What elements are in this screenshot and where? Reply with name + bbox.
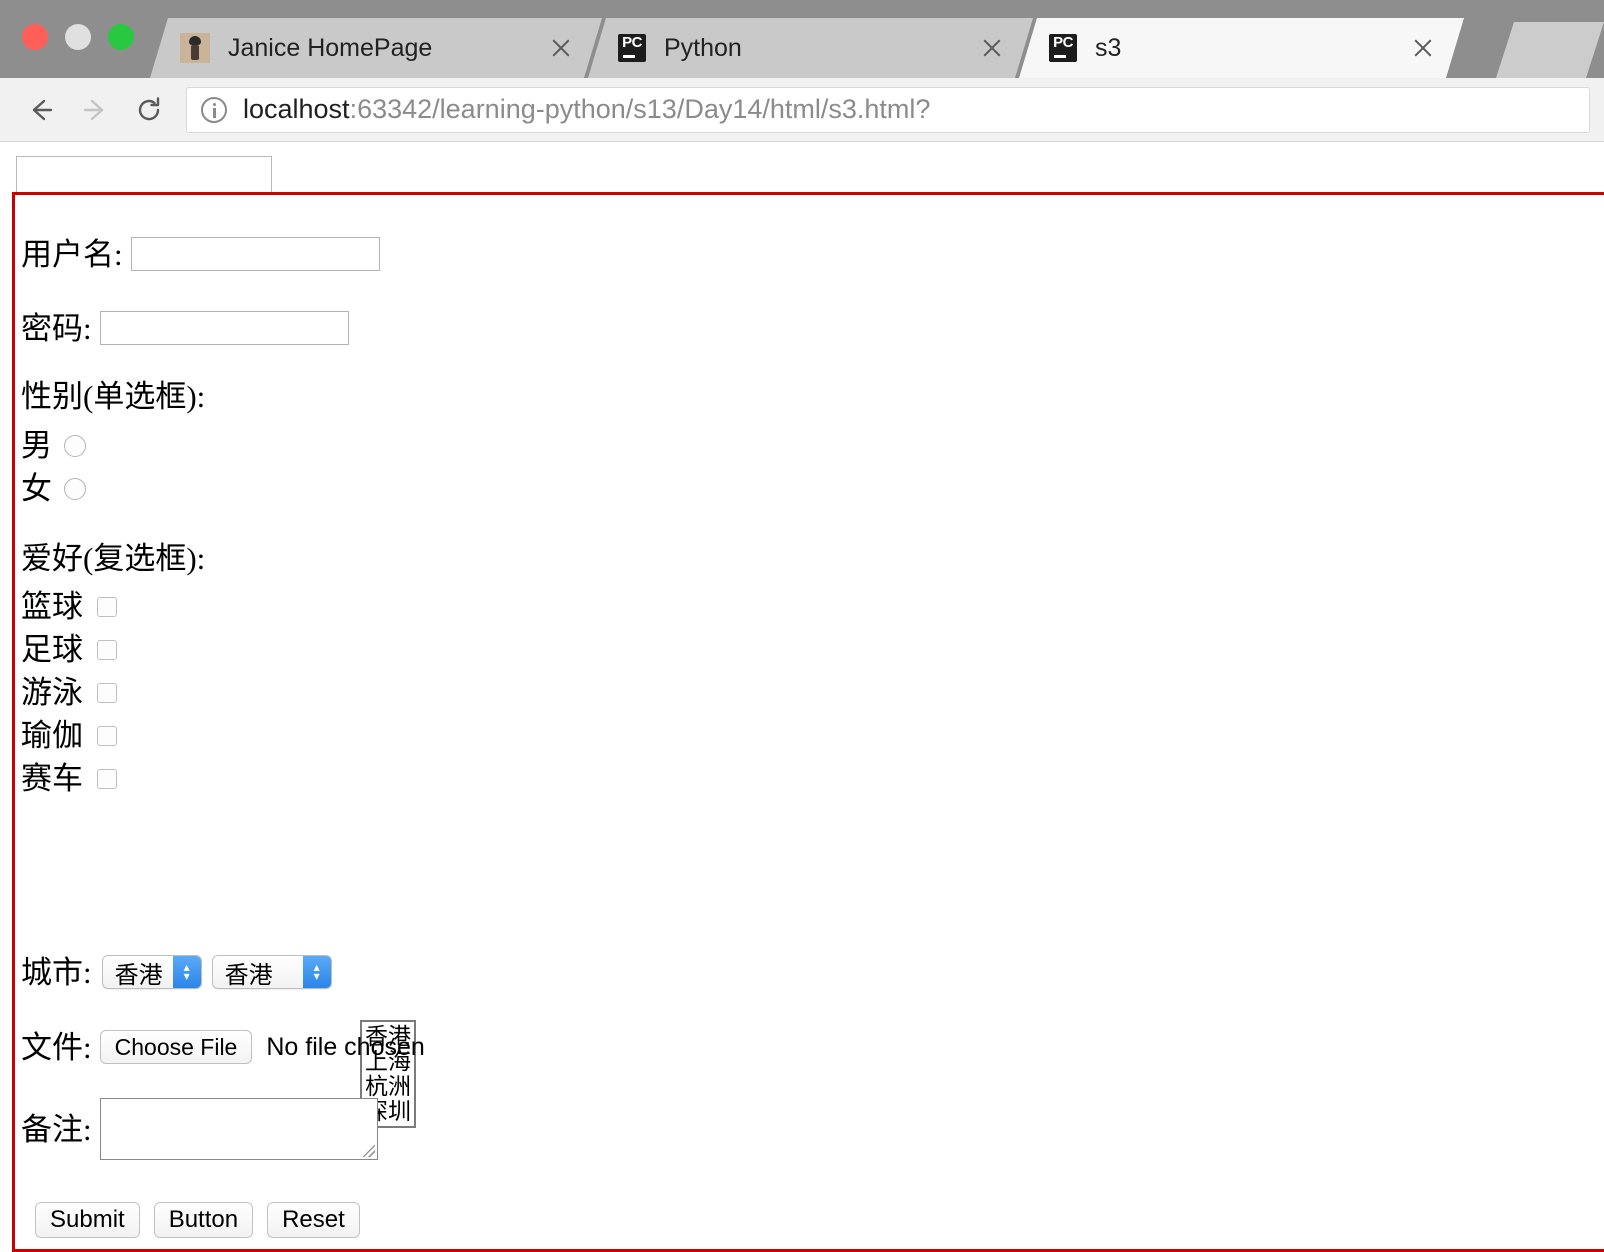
- file-label: 文件:: [21, 1029, 92, 1065]
- gender-label: 性别(单选框):: [21, 379, 206, 414]
- radio-male[interactable]: [64, 434, 86, 457]
- remark-textarea[interactable]: [99, 1098, 378, 1160]
- hobby-section-label: 爱好(复选框):: [21, 543, 205, 574]
- pycharm-icon-label: PC: [1053, 34, 1073, 51]
- tab-title: s3: [1095, 33, 1122, 62]
- standalone-text-input[interactable]: [16, 156, 272, 194]
- checkbox-football[interactable]: [97, 639, 117, 660]
- pycharm-icon-label: PC: [622, 34, 642, 51]
- password-label: 密码:: [21, 310, 92, 346]
- city-row: 城市: 香港 ▴ ▾ 香港 ▴ ▾: [21, 955, 332, 989]
- avatar-icon: [180, 33, 210, 63]
- tab-list: Janice HomePage PC Python PC s3: [150, 0, 1450, 78]
- close-tab-icon[interactable]: [979, 35, 1005, 61]
- password-row: 密码:: [21, 311, 349, 345]
- hobby-option-basketball[interactable]: 篮球: [21, 591, 117, 622]
- tab-title: Python: [664, 33, 742, 62]
- generic-button[interactable]: Button: [153, 1202, 254, 1238]
- info-circle-icon[interactable]: [201, 96, 227, 123]
- pycharm-icon: PC: [618, 34, 646, 62]
- arrow-left-icon: [32, 99, 53, 120]
- hobby-option-swimming-label: 游泳: [21, 675, 83, 710]
- close-tab-icon[interactable]: [548, 35, 574, 61]
- checkbox-basketball[interactable]: [97, 596, 117, 617]
- file-status-text: No file chosen: [266, 1032, 425, 1061]
- url-host: localhost: [243, 94, 350, 124]
- browser-window: Janice HomePage PC Python PC s3 localhos…: [0, 0, 1604, 1252]
- close-tab-icon[interactable]: [1410, 35, 1436, 61]
- username-row: 用户名:: [21, 237, 380, 271]
- hobby-option-racing[interactable]: 赛车: [21, 763, 117, 794]
- minimize-window-button[interactable]: [65, 24, 91, 50]
- hobby-option-racing-label: 赛车: [21, 761, 83, 796]
- gender-section-label: 性别(单选框):: [21, 381, 205, 412]
- pycharm-icon: PC: [1049, 34, 1077, 62]
- city-label: 城市:: [21, 954, 92, 990]
- hobby-option-yoga[interactable]: 瑜伽: [21, 720, 117, 751]
- hobby-option-football-label: 足球: [21, 632, 83, 667]
- page-content: 用户名: 密码: 性别(单选框): 男 女 爱好(复选框): 篮球 足球 游泳 …: [0, 142, 1604, 1252]
- close-window-button[interactable]: [22, 24, 48, 50]
- username-input[interactable]: [130, 237, 380, 271]
- checkbox-swimming[interactable]: [97, 682, 117, 703]
- url-text: localhost:63342/learning-python/s13/Day1…: [243, 94, 930, 125]
- password-input[interactable]: [99, 311, 349, 345]
- window-traffic-lights: [22, 24, 134, 50]
- new-tab-button[interactable]: [1496, 22, 1604, 78]
- reset-button[interactable]: Reset: [267, 1202, 360, 1238]
- remark-row: 备注:: [21, 1098, 378, 1160]
- checkbox-yoga[interactable]: [97, 725, 117, 746]
- url-path: :63342/learning-python/s13/Day14/html/s3…: [349, 94, 931, 124]
- gender-option-female[interactable]: 女: [21, 473, 86, 504]
- hobby-option-yoga-label: 瑜伽: [21, 718, 83, 753]
- pycharm-icon-bar: [623, 55, 635, 58]
- username-label: 用户名:: [21, 236, 123, 272]
- radio-female[interactable]: [64, 477, 86, 500]
- tab-strip: Janice HomePage PC Python PC s3: [0, 0, 1604, 78]
- browser-toolbar: localhost:63342/learning-python/s13/Day1…: [0, 78, 1604, 142]
- browser-tab-janice-homepage[interactable]: Janice HomePage: [150, 18, 602, 78]
- gender-option-male[interactable]: 男: [21, 430, 86, 461]
- chevron-updown-icon: ▴ ▾: [302, 956, 331, 988]
- city-select-two-value: 香港: [224, 962, 273, 989]
- file-row: 文件: Choose File No file chosen: [21, 1030, 425, 1064]
- checkbox-racing[interactable]: [97, 768, 117, 789]
- registration-form: 用户名: 密码: 性别(单选框): 男 女 爱好(复选框): 篮球 足球 游泳 …: [12, 192, 1604, 1252]
- city-select-one-value: 香港: [114, 962, 163, 989]
- hobby-option-basketball-label: 篮球: [21, 589, 83, 624]
- hobby-option-football[interactable]: 足球: [21, 634, 117, 665]
- gender-option-female-label: 女: [21, 471, 52, 506]
- reload-icon: [138, 96, 160, 120]
- form-button-row: Submit Button Reset: [35, 1202, 360, 1238]
- city-select-one[interactable]: 香港 ▴ ▾: [101, 955, 202, 989]
- submit-button[interactable]: Submit: [35, 1202, 140, 1238]
- browser-tab-python[interactable]: PC Python: [588, 18, 1033, 78]
- pycharm-icon-bar: [1054, 55, 1066, 58]
- chevron-updown-icon: ▴ ▾: [172, 956, 201, 988]
- tab-title: Janice HomePage: [228, 33, 433, 62]
- browser-tab-s3[interactable]: PC s3: [1019, 18, 1464, 78]
- reload-button[interactable]: [122, 83, 176, 137]
- address-bar[interactable]: localhost:63342/learning-python/s13/Day1…: [186, 86, 1590, 133]
- listbox-option[interactable]: 杭洲: [365, 1074, 411, 1099]
- city-select-two[interactable]: 香港 ▴ ▾: [211, 955, 332, 989]
- remark-label: 备注:: [21, 1111, 92, 1147]
- forward-button: [68, 83, 122, 137]
- gender-option-male-label: 男: [21, 428, 52, 463]
- back-button[interactable]: [14, 83, 68, 137]
- maximize-window-button[interactable]: [108, 24, 134, 50]
- arrow-right-icon: [83, 99, 104, 120]
- hobby-option-swimming[interactable]: 游泳: [21, 677, 117, 708]
- hobby-label: 爱好(复选框):: [21, 541, 206, 576]
- choose-file-button[interactable]: Choose File: [99, 1030, 253, 1064]
